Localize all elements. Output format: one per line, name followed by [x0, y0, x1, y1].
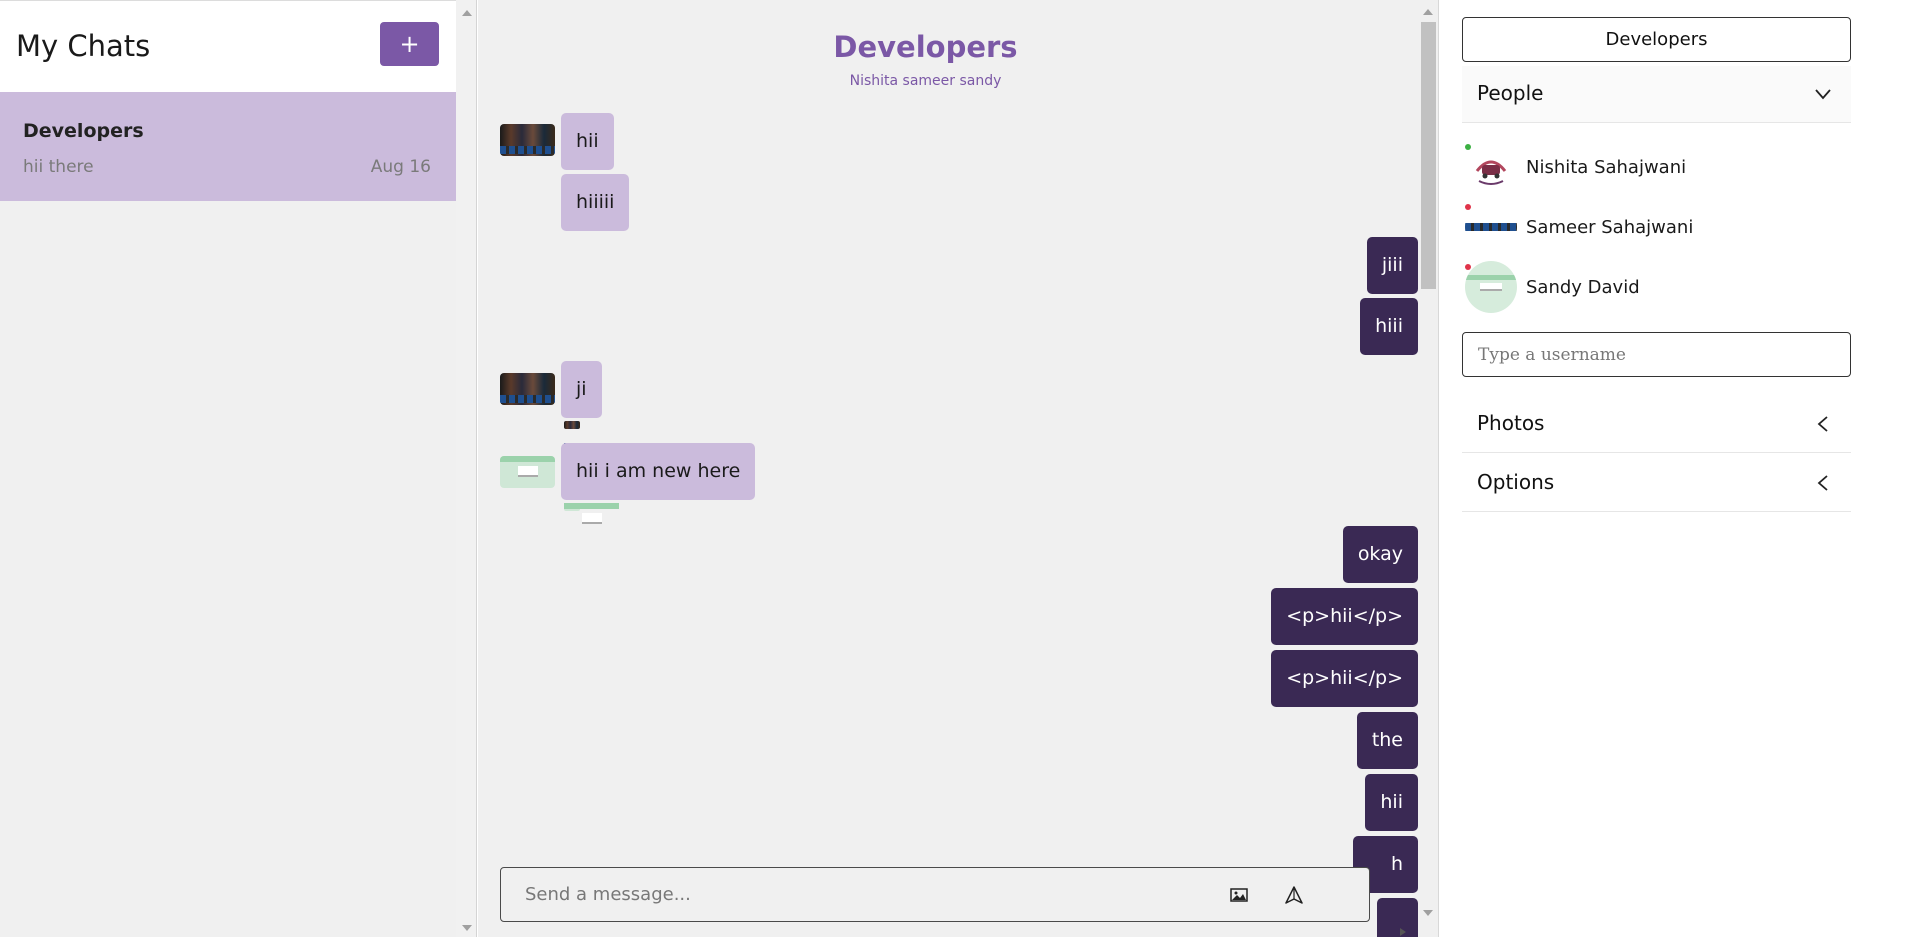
sender-avatar	[500, 373, 555, 405]
scroll-up-arrow-icon[interactable]	[462, 10, 472, 16]
person-row[interactable]: Sameer Sahajwani	[1462, 201, 1851, 256]
chat-list-header: My Chats +	[0, 0, 456, 92]
chevron-left-icon	[1817, 475, 1828, 491]
chat-card-title: Developers	[23, 120, 144, 142]
scroll-down-arrow-icon[interactable]	[462, 925, 472, 931]
photos-section-label: Photos	[1477, 411, 1545, 435]
new-chat-button[interactable]: +	[380, 22, 439, 66]
scroll-down-arrow-icon[interactable]	[1423, 910, 1433, 916]
people-section-toggle[interactable]: People	[1462, 66, 1851, 122]
chat-title: Developers	[833, 30, 1018, 64]
chat-card-date: Aug 16	[370, 157, 431, 177]
people-section-label: People	[1477, 81, 1544, 105]
person-name: Sameer Sahajwani	[1526, 217, 1694, 238]
online-status-dot	[1465, 144, 1471, 150]
chat-list-panel: My Chats + Developers hii there Aug 16	[0, 0, 456, 937]
message-bubble-outgoing-partial	[1377, 898, 1418, 937]
chat-members-subtitle: Nishita sameer sandy	[849, 73, 1002, 89]
send-icon[interactable]	[1284, 885, 1304, 905]
message-bubble-outgoing: jiii	[1366, 237, 1418, 294]
read-receipt-avatar	[564, 421, 619, 451]
message-bubble-outgoing: hii	[1365, 774, 1418, 831]
offline-status-dot	[1465, 264, 1471, 270]
message-bubble-outgoing: <p>hii</p>	[1271, 650, 1418, 707]
message-bubble-outgoing: hiii	[1360, 298, 1418, 355]
offline-status-dot	[1465, 204, 1471, 210]
message-composer	[500, 867, 1370, 922]
chevron-left-icon	[1817, 416, 1828, 432]
person-row[interactable]: Sandy David	[1462, 261, 1851, 316]
chat-feed-scrollbar[interactable]	[1418, 0, 1438, 937]
read-receipt-avatar	[564, 503, 619, 524]
person-name: Nishita Sahajwani	[1526, 157, 1687, 178]
image-icon[interactable]	[1229, 885, 1249, 905]
options-section-toggle[interactable]: Options	[1462, 455, 1851, 511]
chat-details-panel: Developers People Nishita Sahajwani Same…	[1439, 0, 1917, 937]
message-bubble-incoming: ji	[561, 361, 602, 418]
username-search-input[interactable]	[1462, 332, 1851, 377]
message-bubble-incoming: hiiiii	[561, 174, 630, 231]
chat-list-scrollbar[interactable]	[456, 0, 477, 937]
message-input[interactable]	[501, 868, 1201, 921]
message-bubble-incoming: hii i am new here	[561, 443, 756, 500]
person-avatar	[1465, 261, 1517, 313]
scroll-up-arrow-icon[interactable]	[1423, 9, 1433, 15]
chat-list-title: My Chats	[16, 29, 151, 63]
chevron-down-icon	[1815, 89, 1831, 100]
sender-avatar	[500, 124, 555, 156]
chat-card-last-message: hii there	[23, 157, 94, 177]
person-avatar	[1465, 141, 1517, 193]
scrollbar-thumb[interactable]	[1421, 22, 1436, 289]
message-bubble-outgoing: okay	[1342, 526, 1418, 583]
chat-card[interactable]: Developers hii there Aug 16	[0, 92, 456, 201]
scroll-right-arrow-icon[interactable]	[1400, 928, 1406, 936]
person-avatar	[1465, 201, 1517, 253]
person-name: Sandy David	[1526, 277, 1640, 298]
message-bubble-outgoing: the	[1356, 712, 1418, 769]
options-section-label: Options	[1477, 470, 1555, 494]
group-name-button[interactable]: Developers	[1462, 17, 1851, 62]
chat-feed: Developers Nishita sameer sandy hii hiii…	[478, 0, 1438, 937]
message-bubble-incoming: hii	[561, 113, 614, 170]
person-row[interactable]: Nishita Sahajwani	[1462, 141, 1851, 196]
sender-avatar	[500, 456, 555, 488]
message-bubble-outgoing: <p>hii</p>	[1271, 588, 1418, 645]
photos-section-toggle[interactable]: Photos	[1462, 396, 1851, 452]
